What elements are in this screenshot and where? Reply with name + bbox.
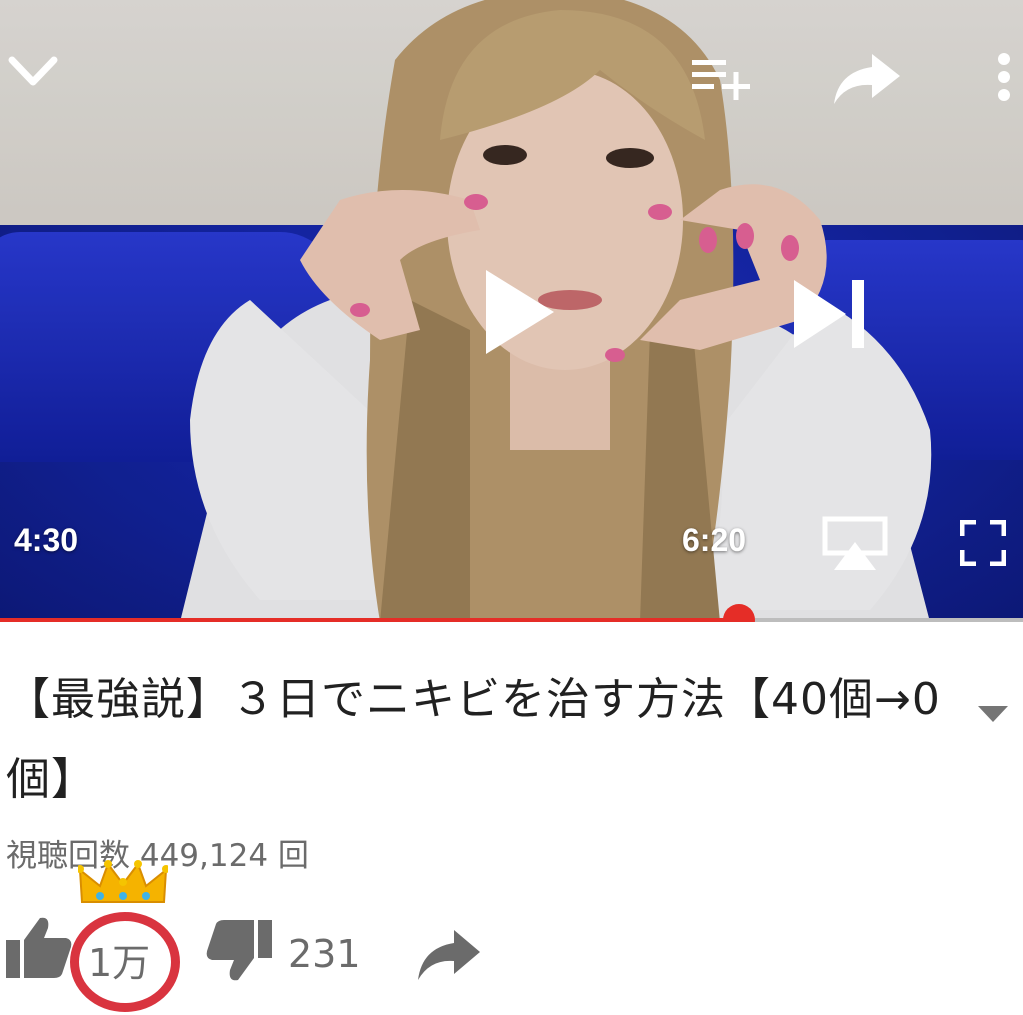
chevron-down-icon[interactable] (6, 50, 60, 94)
more-vert-icon[interactable] (996, 52, 1012, 102)
expand-description-icon[interactable] (978, 706, 1008, 728)
add-to-playlist-icon[interactable] (690, 58, 752, 104)
fullscreen-icon[interactable] (960, 520, 1006, 566)
action-bar: 1万 231 (0, 860, 1023, 1012)
duration: 6:20 (682, 522, 747, 558)
dislike-count: 231 (288, 932, 361, 976)
progress-bar[interactable] (0, 604, 1023, 622)
skip-next-icon[interactable] (794, 280, 868, 348)
crown-icon (76, 860, 170, 910)
share-icon[interactable] (416, 928, 482, 982)
current-time: 4:30 (14, 522, 79, 558)
share-icon[interactable] (832, 50, 902, 106)
video-player[interactable]: 4:30 6:20 (0, 0, 1023, 622)
like-count: 1万 (88, 941, 151, 985)
play-icon[interactable] (484, 268, 556, 356)
progress-fill (0, 618, 739, 622)
thumbs-down-icon[interactable] (206, 920, 272, 982)
thumbs-up-icon[interactable] (6, 916, 72, 978)
video-title: 【最強説】３日でニキビを治す方法【40個→0個】 (6, 674, 941, 805)
cast-icon[interactable] (822, 516, 888, 572)
